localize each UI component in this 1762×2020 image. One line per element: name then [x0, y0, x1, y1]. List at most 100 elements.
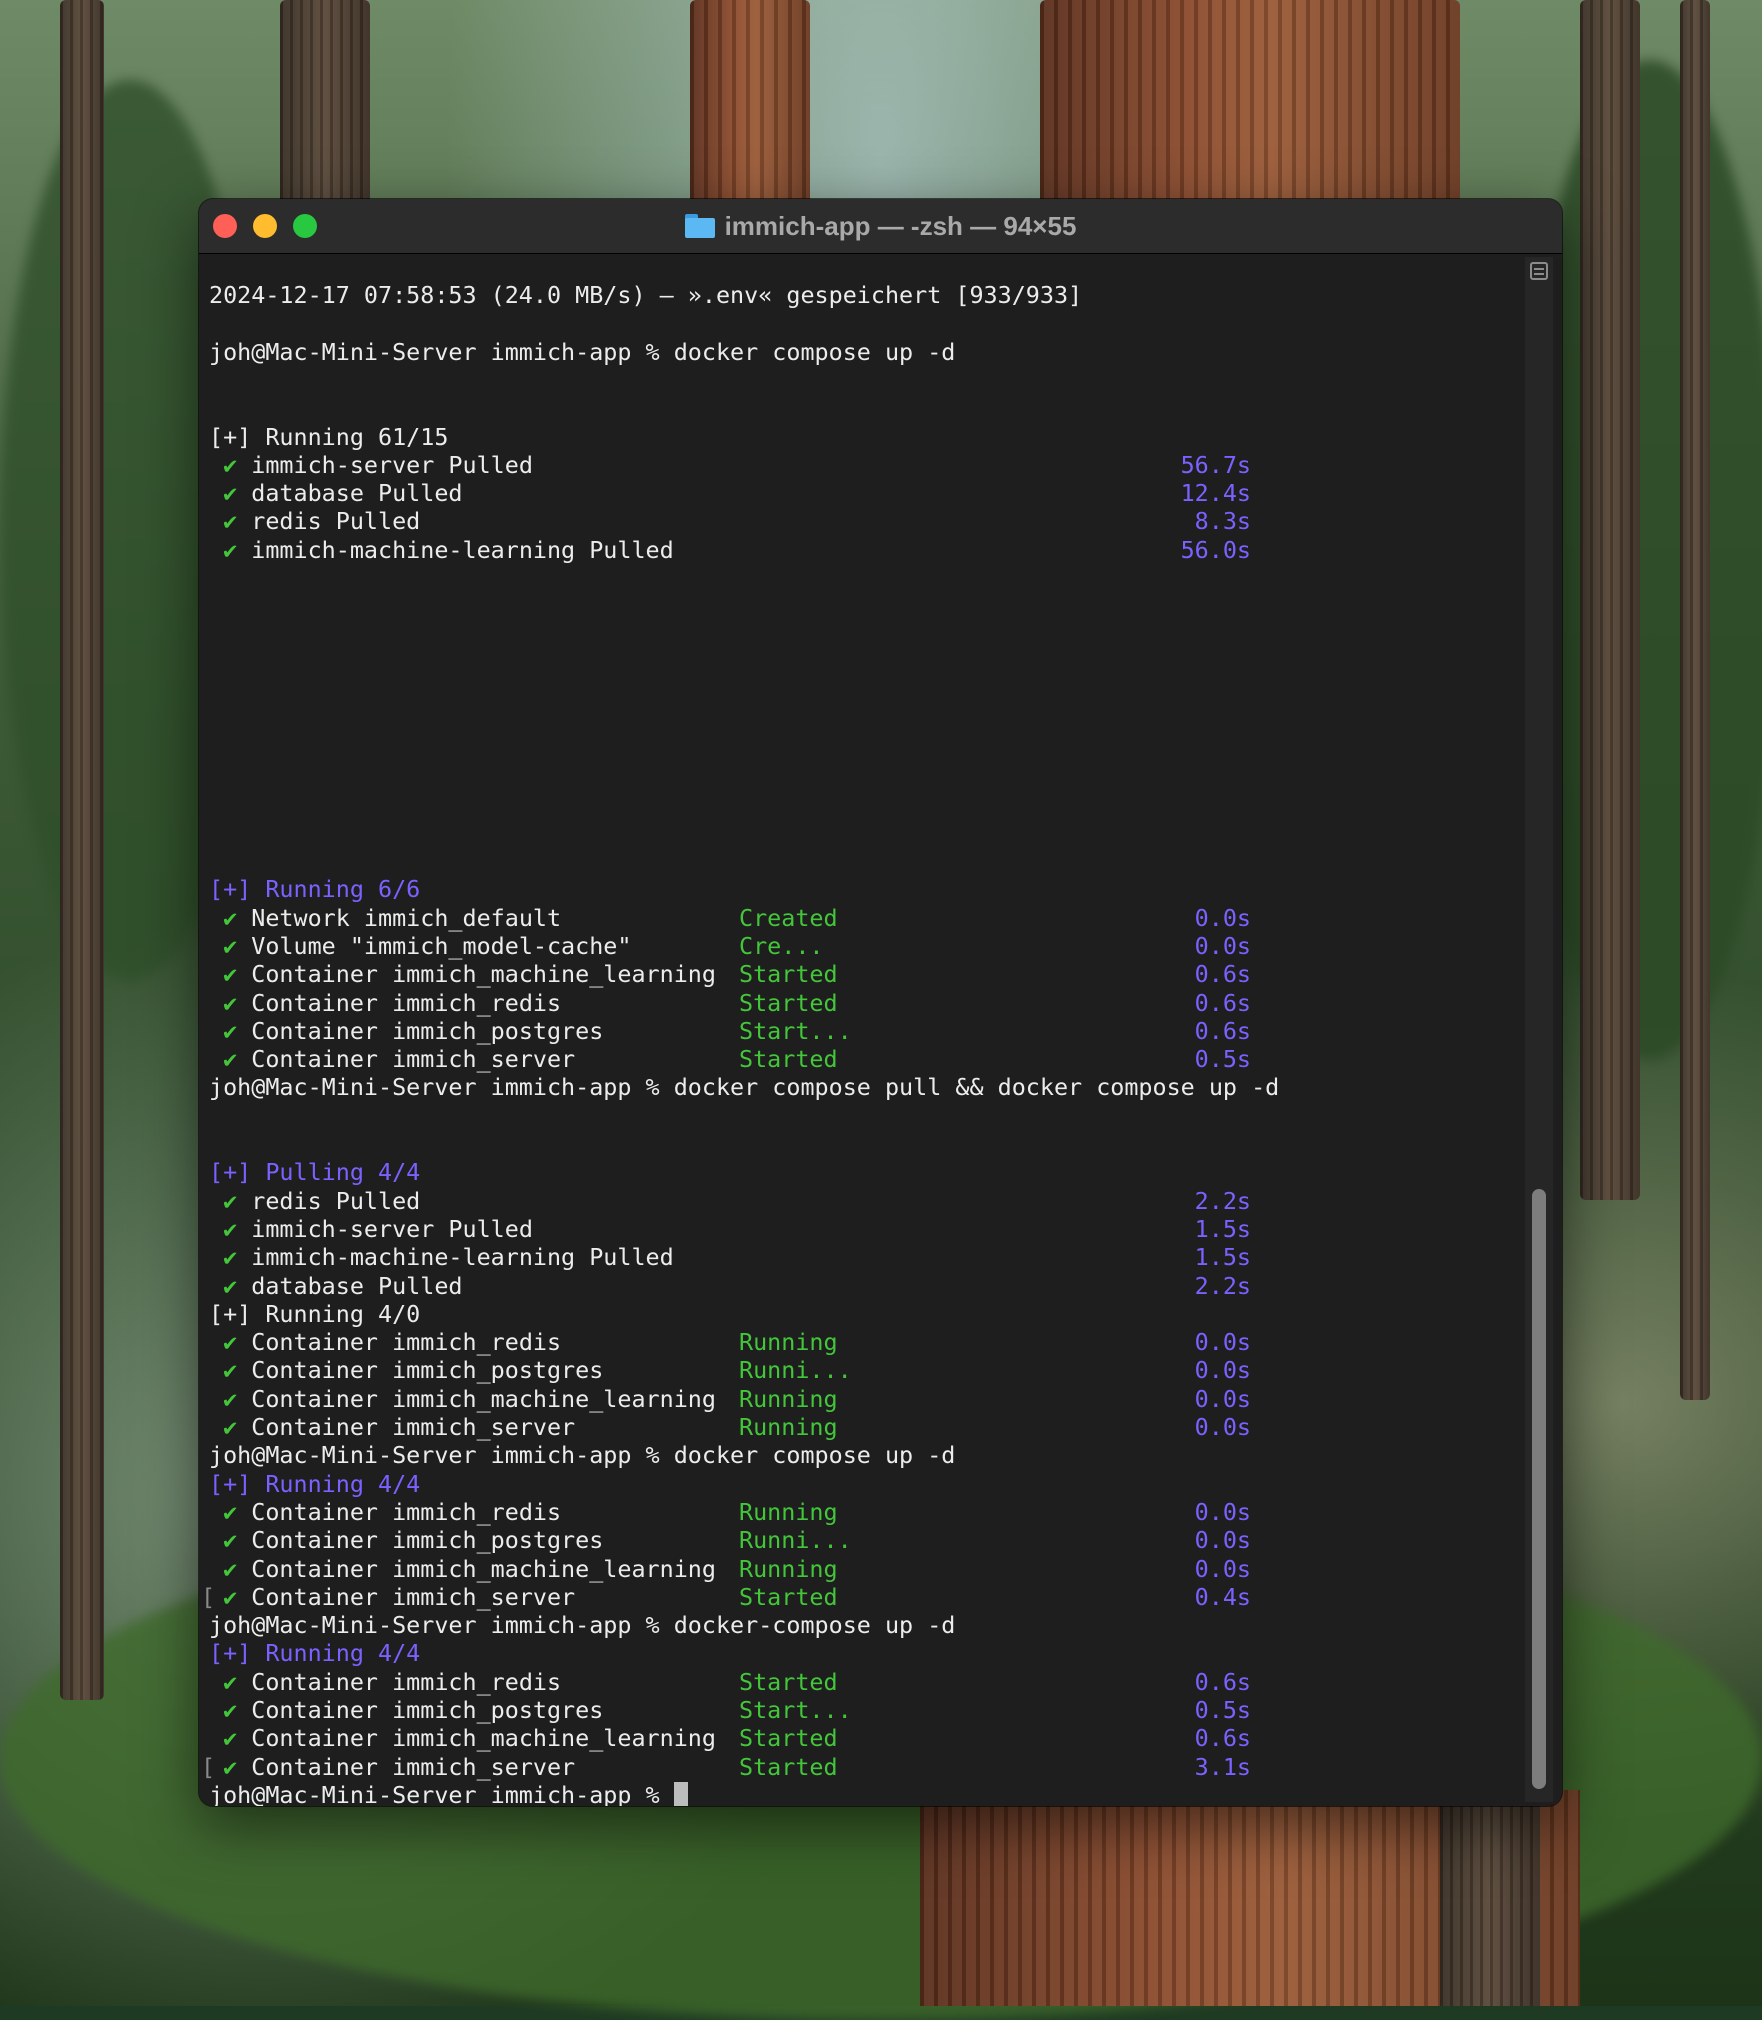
line-status: Created	[739, 903, 838, 932]
terminal-line: ✔ Container immich_serverStarted0.4s[]	[201, 1582, 1539, 1611]
folder-icon	[684, 214, 715, 238]
line-duration: 1.5s	[1194, 1214, 1251, 1243]
line-duration: 2.2s	[1194, 1186, 1251, 1215]
line-duration: 0.6s	[1194, 1724, 1251, 1753]
checkmark-icon: ✔	[209, 1497, 252, 1526]
line-duration: 3.1s	[1194, 1752, 1251, 1781]
line-label: Container immich_redis	[251, 1667, 562, 1696]
terminal-line: joh@Mac-Mini-Server immich-app % docker …	[209, 1441, 1529, 1469]
line-status: Runni...	[739, 1356, 852, 1385]
checkmark-icon: ✔	[209, 931, 252, 960]
line-duration: 0.6s	[1194, 988, 1251, 1017]
line-label: Container immich_postgres	[251, 1356, 604, 1385]
terminal-line: joh@Mac-Mini-Server immich-app %	[209, 1781, 1529, 1806]
terminal-line: ✔ Container immich_redis Started 0.6s	[209, 989, 1529, 1017]
line-label: Container immich_server	[251, 1582, 576, 1611]
line-label: Container immich_redis	[251, 1328, 562, 1357]
line-text: joh@Mac-Mini-Server immich-app % docker …	[209, 1073, 1280, 1102]
terminal-line: [+] Running 4/4	[209, 1639, 1529, 1667]
checkmark-icon: ✔	[209, 1214, 252, 1243]
line-text: 2024-12-17 07:58:53 (24.0 MB/s) – ».env«…	[209, 281, 1083, 309]
line-status: Started	[739, 960, 838, 989]
line-label: Container immich_machine_learning	[251, 960, 716, 989]
checkmark-icon: ✔	[209, 1356, 252, 1385]
checkmark-icon: ✔	[209, 903, 252, 932]
terminal-line: [+] Pulling 4/4	[209, 1158, 1529, 1186]
checkmark-icon: ✔	[209, 1045, 252, 1074]
line-status: Running	[739, 1328, 838, 1357]
line-duration: 0.6s	[1194, 1016, 1251, 1045]
line-duration: 56.7s	[1180, 450, 1251, 479]
line-label: immich-machine-learning Pulled	[251, 535, 674, 564]
line-text: joh@Mac-Mini-Server immich-app % docker …	[209, 1441, 956, 1470]
line-status: Running	[739, 1413, 838, 1441]
line-label: Container immich_server	[251, 1752, 576, 1781]
terminal-line: 2024-12-17 07:58:53 (24.0 MB/s) – ».env«…	[209, 281, 1529, 309]
checkmark-icon: ✔	[209, 988, 252, 1017]
line-text: joh@Mac-Mini-Server immich-app %	[209, 1780, 674, 1806]
line-duration: 0.0s	[1194, 1526, 1251, 1555]
checkmark-icon: ✔	[209, 1413, 252, 1441]
line-duration: 56.0s	[1180, 535, 1251, 564]
checkmark-icon: ✔	[209, 450, 252, 479]
checkmark-icon: ✔	[209, 1582, 252, 1611]
terminal-line: ✔ Container immich_redis Started 0.6s	[209, 1668, 1529, 1696]
scroll-view-toggle-icon[interactable]	[1530, 262, 1548, 280]
checkmark-icon: ✔	[209, 1271, 252, 1300]
terminal-line: ✔ database Pulled 12.4s	[209, 479, 1529, 507]
line-text: [+] Running 4/4	[209, 1469, 421, 1498]
line-label: Container immich_machine_learning	[251, 1724, 716, 1753]
line-status: Started	[739, 1724, 838, 1753]
checkmark-icon: ✔	[209, 1243, 252, 1272]
line-duration: 0.0s	[1194, 1554, 1251, 1583]
terminal-line: [+] Running 6/6	[209, 875, 1529, 903]
line-text: joh@Mac-Mini-Server immich-app % docker-…	[209, 1611, 956, 1640]
line-text: [+] Pulling 4/4	[209, 1158, 421, 1187]
line-duration: 0.5s	[1194, 1045, 1251, 1074]
line-label: redis Pulled	[251, 507, 421, 536]
title-bar[interactable]: immich-app — -zsh — 94×55	[199, 199, 1562, 254]
line-label: Network immich_default	[251, 903, 562, 932]
line-duration: 1.5s	[1194, 1243, 1251, 1272]
line-label: database Pulled	[251, 1271, 463, 1300]
terminal-line: ✔ Container immich_machine_learning Start…	[209, 960, 1529, 988]
terminal-window[interactable]: immich-app — -zsh — 94×55 2024-12-17 07:…	[199, 199, 1562, 1806]
line-label: Container immich_redis	[251, 1497, 562, 1526]
terminal-line: ✔ Container immich_machine_learning Runni…	[209, 1385, 1529, 1413]
line-text: [+] Running 6/6	[209, 875, 421, 904]
line-status: Running	[739, 1384, 838, 1413]
line-text: [+] Running 4/4	[209, 1639, 421, 1668]
terminal-line: joh@Mac-Mini-Server immich-app % docker …	[209, 338, 1529, 366]
line-duration: 0.0s	[1194, 1328, 1251, 1357]
terminal-line: ✔ Container immich_postgres Start... 0.5s	[209, 1696, 1529, 1724]
terminal-line: ✔ Container immich_server Started 0.5s	[209, 1045, 1529, 1073]
checkmark-icon: ✔	[209, 1752, 252, 1781]
line-text: joh@Mac-Mini-Server immich-app % docker …	[209, 337, 956, 366]
line-status: Start...	[739, 1016, 852, 1045]
checkmark-icon: ✔	[209, 507, 252, 536]
terminal-line: ✔ Container immich_redis Running 0.0s	[209, 1498, 1529, 1526]
terminal-line: ✔ immich-machine-learning Pulled 56.0s	[209, 536, 1529, 564]
line-status: Started	[739, 1582, 838, 1611]
line-label: Volume "immich_model-cache"	[251, 931, 632, 960]
checkmark-icon: ✔	[209, 1667, 252, 1696]
line-text: [+] Running 4/0	[209, 1299, 421, 1328]
bracket-marker: [	[201, 1752, 216, 1781]
line-duration: 0.0s	[1194, 931, 1251, 960]
scrollbar-thumb[interactable]	[1532, 1189, 1546, 1789]
bracket-marker: [	[201, 1582, 216, 1611]
checkmark-icon: ✔	[209, 1016, 252, 1045]
terminal-line: ✔ Container immich_redis Running 0.0s	[209, 1328, 1529, 1356]
terminal-line: ✔ immich-server Pulled 1.5s	[209, 1215, 1529, 1243]
line-label: Container immich_redis	[251, 988, 562, 1017]
line-label: immich-server Pulled	[251, 1214, 533, 1243]
line-status: Running	[739, 1554, 838, 1583]
line-duration: 0.6s	[1194, 1667, 1251, 1696]
line-duration: 2.2s	[1194, 1271, 1251, 1300]
terminal-line: joh@Mac-Mini-Server immich-app % docker …	[209, 1073, 1529, 1101]
checkmark-icon: ✔	[209, 1328, 252, 1357]
terminal-output[interactable]: 2024-12-17 07:58:53 (24.0 MB/s) – ».env«…	[201, 253, 1539, 1806]
terminal-line: ✔ redis Pulled 8.3s	[209, 507, 1529, 535]
terminal-line: ✔ redis Pulled 2.2s	[209, 1187, 1529, 1215]
line-duration: 12.4s	[1180, 479, 1251, 508]
